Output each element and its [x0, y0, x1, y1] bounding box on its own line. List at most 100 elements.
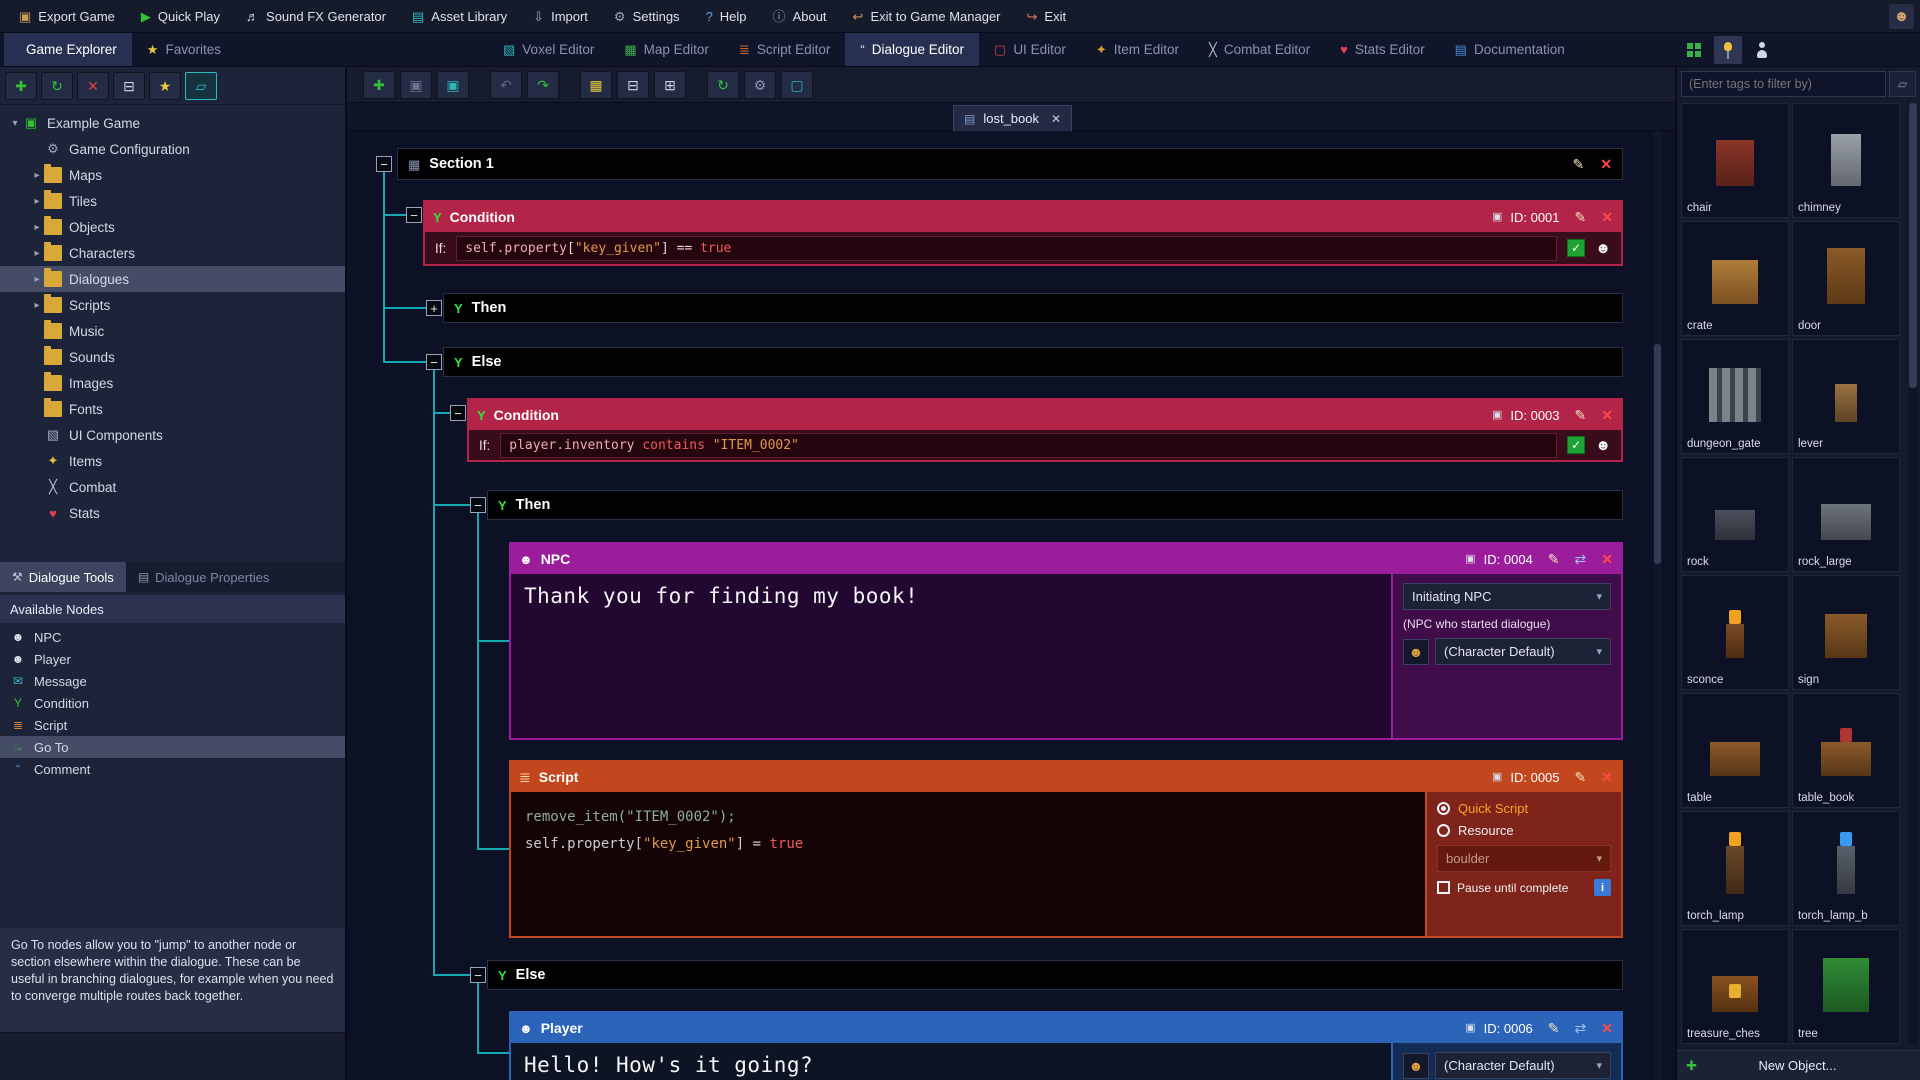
validate-check-icon[interactable]: ✓ [1567, 239, 1585, 257]
scrollbar-thumb[interactable] [1909, 103, 1917, 388]
editor-toolbar-button[interactable]: ▣ [437, 71, 469, 99]
editor-toolbar-button[interactable]: ↶ [490, 71, 522, 99]
edit-icon[interactable]: ✎ [1573, 157, 1585, 171]
edit-icon[interactable]: ✎ [1575, 408, 1587, 422]
tree-item[interactable]: ⚙ Game Configuration [0, 136, 345, 162]
editor-tab[interactable]: ╳ Combat Editor [1194, 33, 1325, 66]
tree-item[interactable]: ▾ ▣ Example Game [0, 110, 345, 136]
id-badge-icon[interactable]: ▣ [1492, 772, 1502, 783]
tree-item[interactable]: ╳ Combat [0, 474, 345, 500]
tree-item[interactable]: ▸ Tiles [0, 188, 345, 214]
else-bar[interactable]: Y Else [443, 347, 1623, 377]
menu-item[interactable]: ? Help [693, 0, 760, 32]
scrollbar-thumb[interactable] [1654, 344, 1661, 564]
portrait-icon[interactable]: ☻ [1403, 1053, 1429, 1079]
portrait-dropdown[interactable]: (Character Default) ▾ [1435, 638, 1611, 665]
tree-item[interactable]: ✦ Items [0, 448, 345, 474]
condition-expression-field[interactable]: player.inventory contains "ITEM_0002" [500, 433, 1557, 458]
library-scrollbar[interactable] [1908, 103, 1918, 1044]
collapse-toggle[interactable]: − [406, 207, 422, 223]
node-graph-canvas[interactable]: − − + − − − − ▦ Section 1 ✎ ✕ Y Conditio… [347, 131, 1675, 1080]
asset-card[interactable]: dungeon_gate [1681, 339, 1789, 454]
editor-tab[interactable]: ▢ UI Editor [979, 33, 1081, 66]
portrait-icon[interactable]: ☻ [1403, 639, 1429, 665]
context-person-icon[interactable]: ☻ [1595, 240, 1611, 257]
edit-icon[interactable]: ✎ [1575, 770, 1587, 784]
node-type-item[interactable]: ≣ Script [0, 714, 345, 736]
editor-toolbar-button[interactable]: ⊟ [617, 71, 649, 99]
editor-tab[interactable]: ▧ Voxel Editor [488, 33, 609, 66]
tree-item[interactable]: Images [0, 370, 345, 396]
editor-toolbar-button[interactable]: ▢ [781, 71, 813, 99]
tree-item[interactable]: ▸ Objects [0, 214, 345, 240]
delete-icon[interactable]: ✕ [1601, 210, 1613, 224]
tree-caret-icon[interactable]: ▸ [30, 222, 44, 233]
tree-caret-icon[interactable]: ▸ [30, 248, 44, 259]
swap-character-icon[interactable]: ⇄ [1575, 552, 1587, 566]
condition-node[interactable]: Y Condition ▣ ID: 0001 ✎ ✕ If: self.prop… [423, 200, 1623, 266]
canvas-scrollbar[interactable] [1653, 131, 1662, 1080]
context-person-icon[interactable]: ☻ [1595, 437, 1611, 454]
condition-node[interactable]: Y Condition ▣ ID: 0003 ✎ ✕ If: player.in… [467, 398, 1623, 462]
menu-item[interactable]: ↪ Exit [1014, 0, 1080, 32]
asset-card[interactable]: door [1792, 221, 1900, 336]
tree-caret-icon[interactable]: ▸ [30, 300, 44, 311]
script-node[interactable]: ≣ Script ▣ ID: 0005 ✎ ✕ remove_item("ITE… [509, 760, 1623, 938]
then-bar[interactable]: Y Then [487, 490, 1623, 520]
library-tab[interactable] [1714, 36, 1742, 64]
explorer-toolbar-button[interactable]: ▱ [185, 72, 217, 100]
menu-item[interactable]: ↩ Exit to Game Manager [840, 0, 1014, 32]
delete-icon[interactable]: ✕ [1601, 1021, 1613, 1035]
asset-card[interactable]: treasure_ches [1681, 929, 1789, 1044]
player-node[interactable]: ☻ Player ▣ ID: 0006 ✎ ⇄ ✕ Hello! How's i… [509, 1011, 1623, 1080]
editor-tab[interactable]: ▦ Map Editor [609, 33, 724, 66]
dialogue-text[interactable]: Thank you for finding my book! [511, 574, 1391, 738]
collapse-toggle[interactable]: − [450, 405, 466, 421]
asset-card[interactable]: lever [1792, 339, 1900, 454]
tag-filter-input[interactable] [1681, 71, 1886, 97]
portrait-dropdown[interactable]: (Character Default) ▾ [1435, 1052, 1611, 1079]
menu-item[interactable]: ▣ Export Game [6, 0, 128, 32]
edit-icon[interactable]: ✎ [1548, 552, 1560, 566]
menu-item[interactable]: ⇩ Import [520, 0, 601, 32]
swap-character-icon[interactable]: ⇄ [1575, 1021, 1587, 1035]
editor-toolbar-button[interactable]: ▦ [580, 71, 612, 99]
editor-tab[interactable]: ✦ Item Editor [1081, 33, 1194, 66]
menu-item[interactable]: ⚙ Settings [601, 0, 693, 32]
edit-icon[interactable]: ✎ [1575, 210, 1587, 224]
menu-item[interactable]: ♬ Sound FX Generator [233, 0, 399, 32]
asset-card[interactable]: tree [1792, 929, 1900, 1044]
mascot-icon[interactable]: ☻ [1889, 4, 1914, 29]
npc-node[interactable]: ☻ NPC ▣ ID: 0004 ✎ ⇄ ✕ Thank you for fin… [509, 542, 1623, 740]
node-type-item[interactable]: “ Comment [0, 758, 345, 780]
node-type-item[interactable]: ☻ NPC [0, 626, 345, 648]
asset-card[interactable]: sconce [1681, 575, 1789, 690]
document-tab[interactable]: ▤ lost_book ✕ [953, 105, 1072, 131]
asset-card[interactable]: chimney [1792, 103, 1900, 218]
collapse-toggle[interactable]: − [470, 967, 486, 983]
then-bar[interactable]: Y Then [443, 293, 1623, 323]
editor-tab[interactable]: “ Dialogue Editor [845, 33, 979, 66]
editor-tab[interactable]: ▤ Documentation [1440, 33, 1580, 66]
tree-item[interactable]: Sounds [0, 344, 345, 370]
id-badge-icon[interactable]: ▣ [1465, 554, 1475, 565]
asset-card[interactable]: table_book [1792, 693, 1900, 808]
pause-checkbox-row[interactable]: Pause until complete i [1437, 879, 1611, 896]
node-type-item[interactable]: ✉ Message [0, 670, 345, 692]
delete-icon[interactable]: ✕ [1601, 408, 1613, 422]
editor-toolbar-button[interactable]: ↻ [707, 71, 739, 99]
editor-toolbar-button[interactable]: ✚ [363, 71, 395, 99]
asset-card[interactable]: chair [1681, 103, 1789, 218]
asset-card[interactable]: table [1681, 693, 1789, 808]
section-bar[interactable]: ▦ Section 1 ✎ ✕ [397, 148, 1623, 180]
tools-tab[interactable]: ⚒ Dialogue Tools [0, 562, 126, 592]
tools-tab[interactable]: ▤ Dialogue Properties [126, 562, 282, 592]
editor-toolbar-button[interactable]: ↷ [527, 71, 559, 99]
tree-item[interactable]: ▸ Dialogues [0, 266, 345, 292]
node-type-item[interactable]: → Go To [0, 736, 345, 758]
new-object-button[interactable]: ✚ New Object... [1677, 1050, 1920, 1080]
explorer-toolbar-button[interactable]: ⊟ [113, 72, 145, 100]
tree-caret-icon[interactable]: ▾ [8, 118, 22, 129]
tree-caret-icon[interactable]: ▸ [30, 170, 44, 181]
delete-icon[interactable]: ✕ [1601, 770, 1613, 784]
